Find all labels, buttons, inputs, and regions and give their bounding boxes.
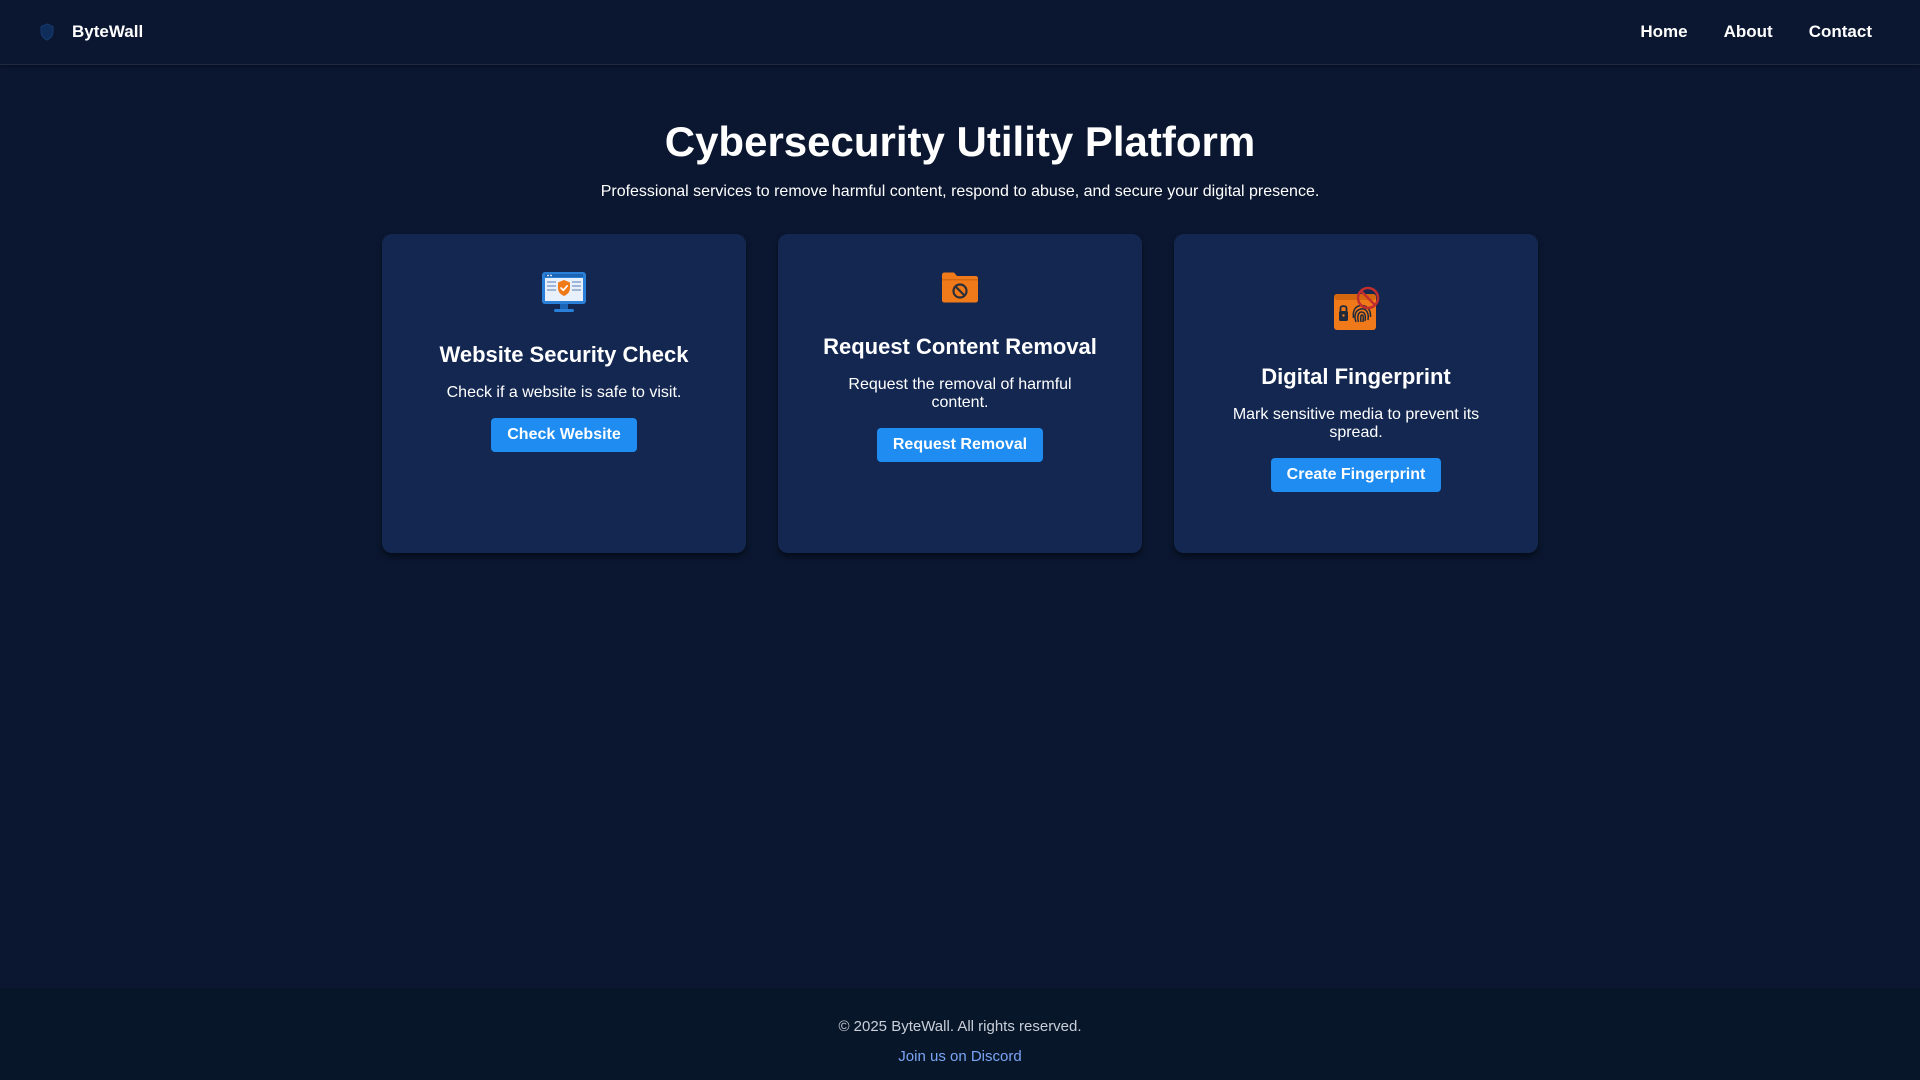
check-website-button[interactable]: Check Website	[491, 418, 637, 452]
top-navbar: ByteWall Home About Contact	[0, 0, 1920, 65]
card-description: Check if a website is safe to visit.	[446, 384, 682, 401]
folder-blocked-icon	[940, 270, 980, 306]
page: ByteWall Home About Contact Cybersecurit…	[0, 0, 1920, 1080]
content-removal-card: Request Content Removal Request the remo…	[778, 234, 1142, 553]
request-removal-button[interactable]: Request Removal	[876, 428, 1044, 462]
card-title: Request Content Removal	[823, 334, 1097, 359]
fingerprint-lock-icon	[1330, 284, 1382, 336]
page-title: Cybersecurity Utility Platform	[664, 118, 1256, 165]
create-fingerprint-button[interactable]: Create Fingerprint	[1270, 458, 1442, 492]
page-subtitle: Professional services to remove harmful …	[600, 183, 1320, 200]
main-nav: Home About Contact	[1640, 22, 1872, 42]
monitor-shield-icon	[540, 270, 588, 314]
website-security-card: Website Security Check Check if a websit…	[382, 234, 746, 553]
brand[interactable]: ByteWall	[36, 21, 143, 43]
card-description: Request the removal of harmful content.	[848, 376, 1072, 411]
copyright-text: © 2025 ByteWall. All rights reserved.	[838, 1018, 1082, 1035]
nav-home-link[interactable]: Home	[1640, 22, 1687, 42]
digital-fingerprint-card: Digital Fingerprint Mark sensitive media…	[1174, 234, 1538, 553]
card-description: Mark sensitive media to prevent its spre…	[1232, 406, 1480, 441]
card-title: Digital Fingerprint	[1261, 364, 1451, 389]
shield-logo-icon	[36, 21, 58, 43]
nav-about-link[interactable]: About	[1724, 22, 1773, 42]
card-title: Website Security Check	[439, 342, 689, 367]
brand-name: ByteWall	[72, 22, 144, 41]
page-footer: © 2025 ByteWall. All rights reserved. Jo…	[0, 988, 1920, 1080]
nav-contact-link[interactable]: Contact	[1809, 22, 1872, 42]
discord-link[interactable]: Join us on Discord	[0, 1048, 1920, 1065]
